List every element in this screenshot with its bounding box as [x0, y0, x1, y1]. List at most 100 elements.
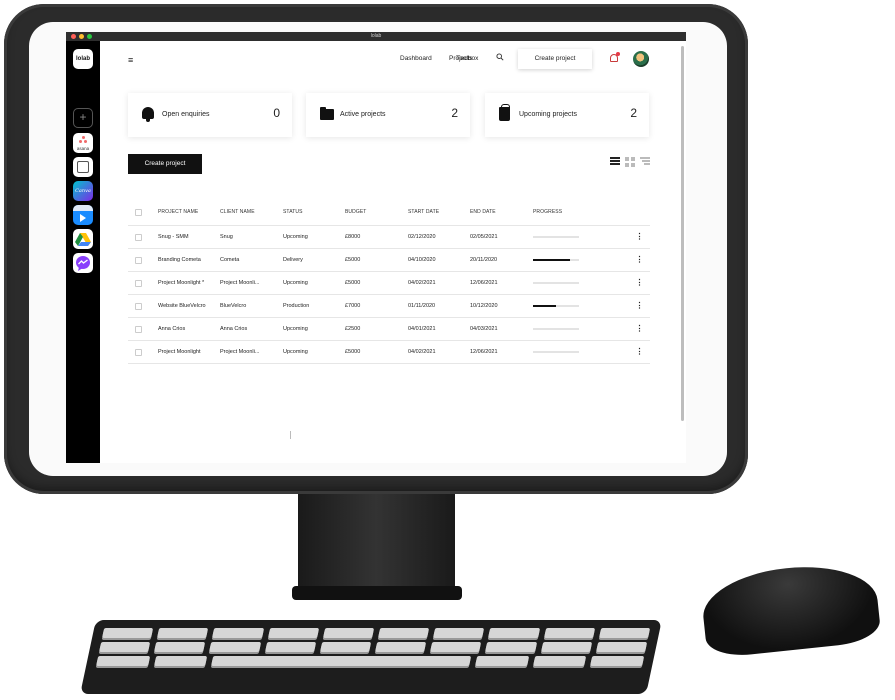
table-body: Snug - SMM Snug Upcoming £8000 02/12/2020 02/… — [128, 226, 650, 364]
cell-end-date: 10/12/2020 — [470, 302, 498, 309]
header-progress[interactable]: PROGRESS — [533, 209, 633, 216]
keyboard — [80, 620, 662, 694]
row-menu-icon[interactable]: ⋮ — [636, 232, 644, 241]
summary-card-upcoming-projects[interactable]: Upcoming projects 2 — [485, 93, 649, 137]
header-budget[interactable]: BUDGET — [345, 209, 408, 216]
cell-budget: £2500 — [345, 325, 361, 332]
progress-bar — [533, 236, 579, 238]
row-checkbox[interactable] — [135, 233, 142, 241]
summary-value: 0 — [273, 106, 280, 120]
table-header: PROJECT NAME CLIENT NAME STATUS BUDGET S… — [128, 199, 650, 226]
row-menu-icon[interactable]: ⋮ — [636, 278, 644, 287]
cell-start-date: 02/12/2020 — [408, 233, 436, 240]
mouse — [699, 559, 882, 659]
cell-end-date: 12/06/2021 — [470, 348, 498, 355]
header-end-date[interactable]: END DATE — [470, 209, 533, 216]
grid-view-icon[interactable] — [625, 157, 635, 167]
table-row[interactable]: Project Moonlight Project Moonli... Upcomi… — [128, 341, 650, 364]
asana-app-icon[interactable]: asana — [73, 133, 93, 153]
cell-start-date: 04/02/2021 — [408, 348, 436, 355]
row-checkbox[interactable] — [135, 256, 142, 264]
header-status[interactable]: STATUS — [283, 209, 345, 216]
cell-client-name: Snug — [220, 233, 233, 240]
search-icon[interactable] — [496, 53, 504, 63]
lolab-logo[interactable]: lolab — [73, 49, 93, 69]
notes-app-icon[interactable] — [73, 157, 93, 177]
screen: lolab lolab + asana Canva ≡ Dashboard Pr… — [66, 32, 686, 463]
row-menu-icon[interactable]: ⋮ — [636, 347, 644, 356]
monitor-stand — [298, 494, 455, 594]
table-row[interactable]: Website BlueVelcro BlueVelcro Production £7… — [128, 295, 650, 318]
cell-start-date: 04/02/2021 — [408, 279, 436, 286]
cell-project-name[interactable]: Snug - SMM — [158, 234, 220, 241]
cell-client-name: Project Moonli... — [220, 279, 260, 286]
cell-project-name[interactable]: Anna Crios — [158, 326, 220, 333]
menu-icon[interactable]: ≡ — [128, 56, 133, 65]
cell-status: Production — [283, 302, 310, 309]
asana-label: asana — [76, 146, 90, 151]
text-cursor — [290, 431, 291, 439]
list-view-icon[interactable] — [610, 157, 620, 167]
cell-budget: £5000 — [345, 256, 361, 263]
summary-label: Open enquiries — [162, 111, 210, 118]
progress-fill — [533, 259, 570, 261]
nav-toolbox[interactable]: Toolbox — [456, 55, 478, 62]
summary-label: Active projects — [340, 111, 386, 118]
header-client-name[interactable]: CLIENT NAME — [220, 209, 283, 216]
summary-value: 2 — [451, 106, 458, 120]
cell-project-name[interactable]: Website BlueVelcro — [158, 303, 220, 310]
row-menu-icon[interactable]: ⋮ — [636, 324, 644, 333]
window-titlebar: lolab — [66, 32, 686, 41]
row-checkbox[interactable] — [135, 279, 142, 287]
cell-status: Upcoming — [283, 325, 308, 332]
cell-end-date: 12/06/2021 — [470, 279, 498, 286]
cell-start-date: 04/01/2021 — [408, 325, 436, 332]
add-app-button[interactable]: + — [73, 108, 93, 128]
nav-create-project-button[interactable]: Create project — [518, 49, 592, 69]
row-checkbox[interactable] — [135, 302, 142, 310]
summary-card-open-enquiries[interactable]: Open enquiries 0 — [128, 93, 292, 137]
avatar[interactable] — [633, 51, 649, 67]
canva-app-icon[interactable]: Canva — [73, 181, 93, 201]
progress-bar — [533, 328, 579, 330]
cell-client-name: Project Moonli... — [220, 348, 260, 355]
cell-budget: £7000 — [345, 302, 361, 309]
cell-budget: £5000 — [345, 348, 361, 355]
messenger-app-icon[interactable] — [73, 253, 93, 273]
row-menu-icon[interactable]: ⋮ — [636, 255, 644, 264]
select-all-checkbox[interactable] — [135, 208, 142, 216]
row-menu-icon[interactable]: ⋮ — [636, 301, 644, 310]
row-checkbox[interactable] — [135, 348, 142, 356]
cell-status: Upcoming — [283, 348, 308, 355]
progress-bar — [533, 259, 579, 261]
cell-end-date: 02/05/2021 — [470, 233, 498, 240]
table-row[interactable]: Project Moonlight * Project Moonli... Upco… — [128, 272, 650, 295]
keynote-app-icon[interactable] — [73, 205, 93, 225]
projects-table: PROJECT NAME CLIENT NAME STATUS BUDGET S… — [128, 199, 650, 364]
cell-budget: £8000 — [345, 233, 361, 240]
table-row[interactable]: Anna Crios Anna Crios Upcoming £2500 04/01/2… — [128, 318, 650, 341]
cell-client-name: Anna Crios — [220, 325, 248, 332]
cell-project-name[interactable]: Project Moonlight * — [158, 280, 220, 287]
header-start-date[interactable]: START DATE — [408, 209, 470, 216]
cell-status: Upcoming — [283, 233, 308, 240]
row-checkbox[interactable] — [135, 325, 142, 333]
cell-status: Delivery — [283, 256, 303, 263]
header-project-name[interactable]: PROJECT NAME — [158, 209, 220, 216]
scrollbar[interactable] — [681, 46, 684, 421]
notification-bell-icon[interactable] — [609, 52, 620, 63]
notification-dot — [616, 52, 620, 56]
google-drive-app-icon[interactable] — [73, 229, 93, 249]
progress-fill — [533, 305, 556, 307]
cell-project-name[interactable]: Branding Cometa — [158, 257, 220, 264]
cell-client-name: Cometa — [220, 256, 240, 263]
filter-view-icon[interactable] — [640, 157, 650, 167]
progress-bar — [533, 282, 579, 284]
create-project-button[interactable]: Create project — [128, 154, 202, 174]
cell-project-name[interactable]: Project Moonlight — [158, 349, 220, 356]
table-row[interactable]: Branding Cometa Cometa Delivery £5000 04/10/… — [128, 249, 650, 272]
summary-card-active-projects[interactable]: Active projects 2 — [306, 93, 470, 137]
table-row[interactable]: Snug - SMM Snug Upcoming £8000 02/12/2020 02/… — [128, 226, 650, 249]
nav-dashboard[interactable]: Dashboard — [400, 55, 432, 62]
folder-icon — [320, 107, 334, 121]
